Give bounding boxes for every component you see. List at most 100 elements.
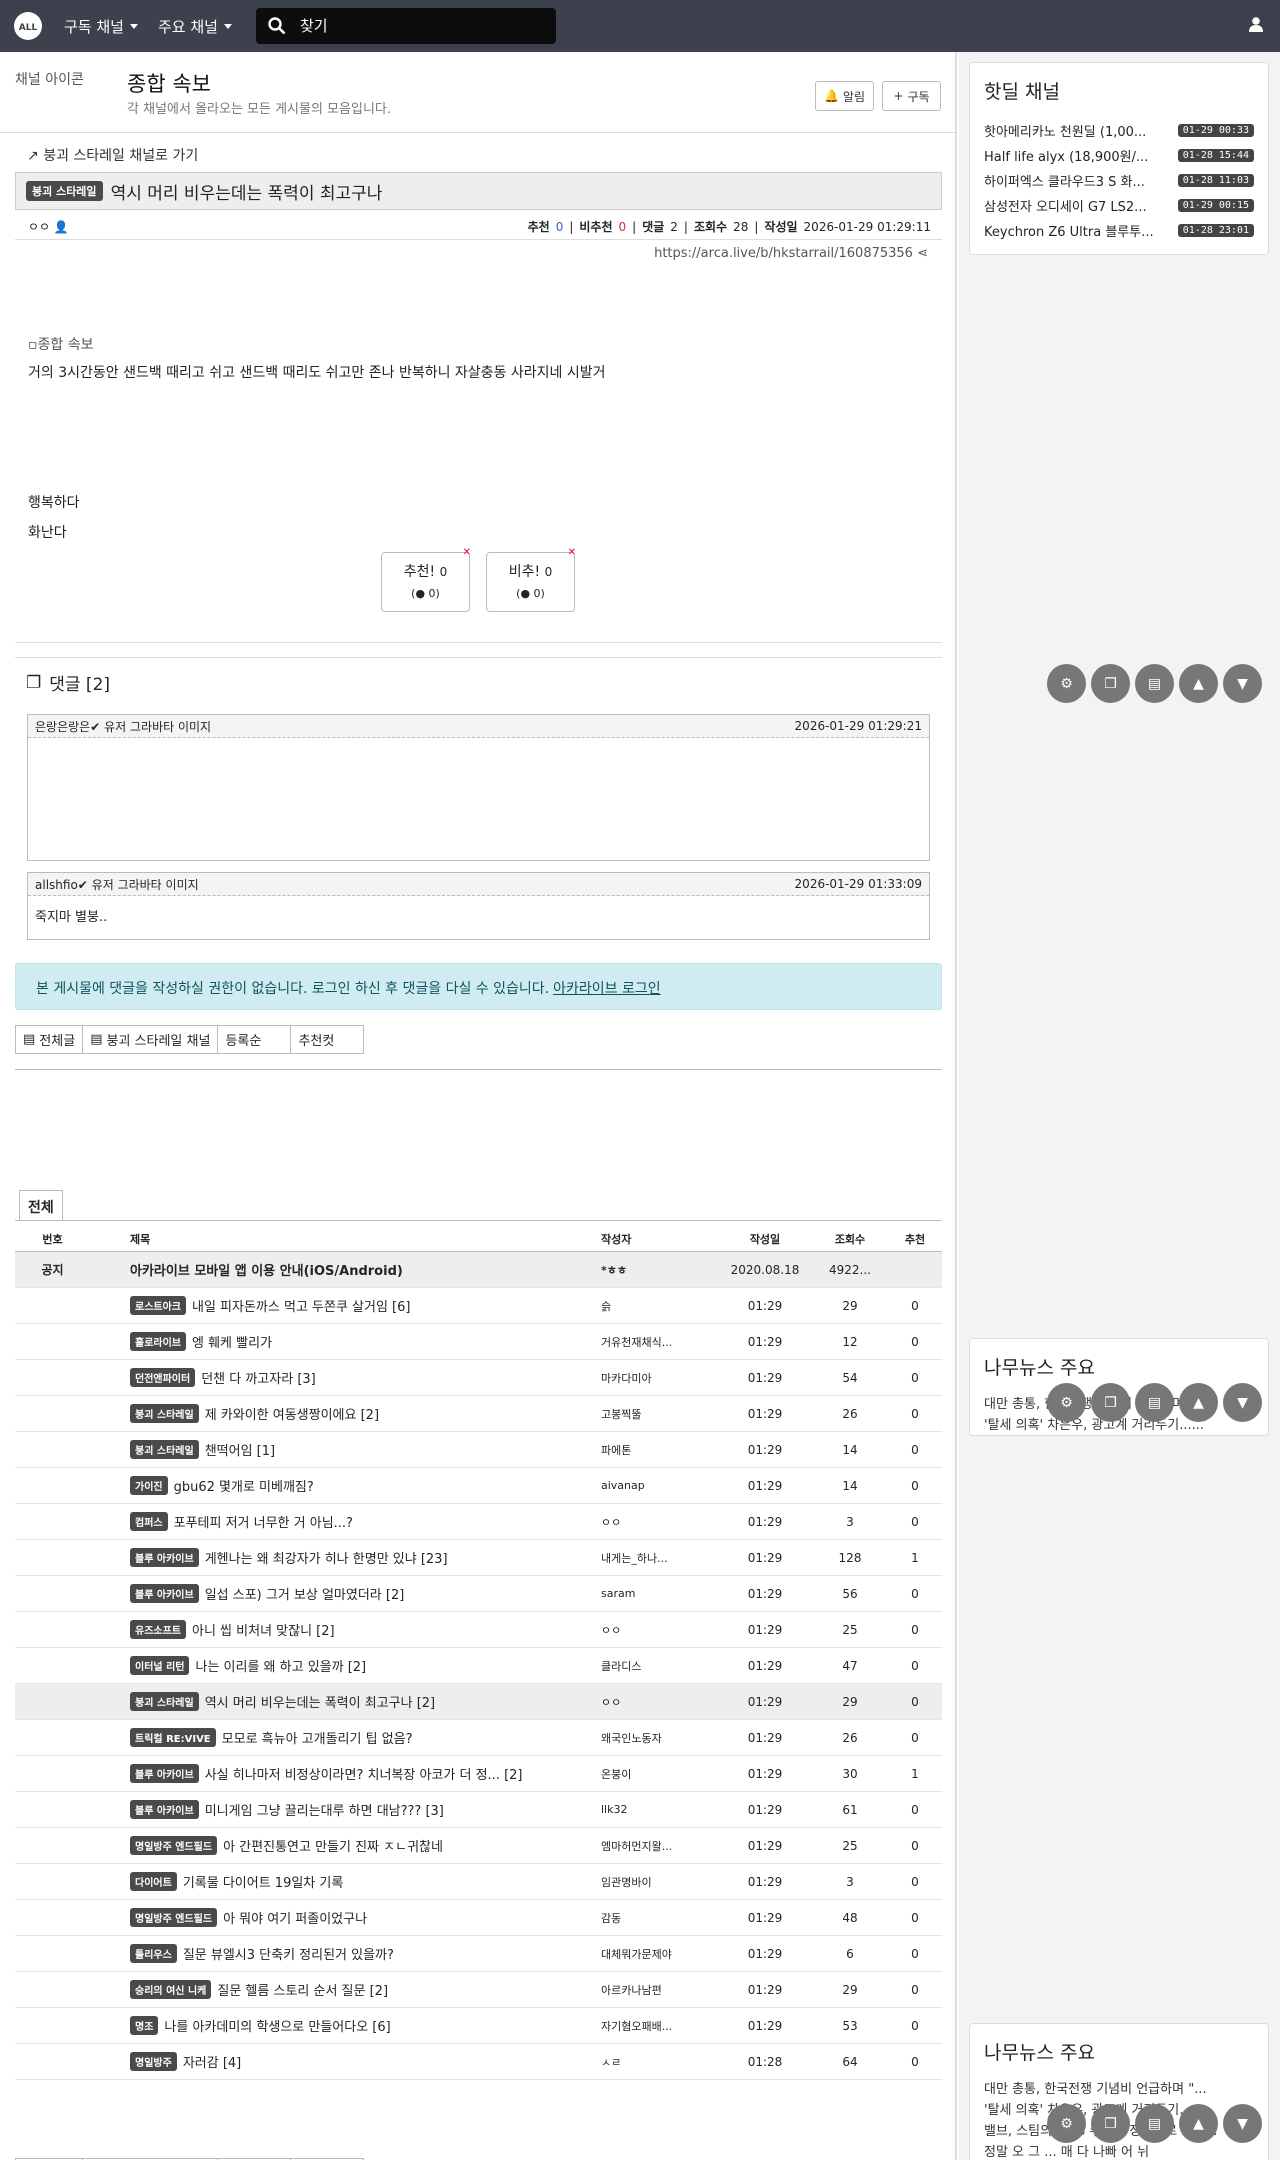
- table-row[interactable]: 명일방주 자러감 [4] ㅅㄹ 01:28 64 0: [15, 2044, 942, 2080]
- row-category-badge[interactable]: 블루 아카이브: [130, 1800, 199, 1819]
- row-category-badge[interactable]: 승리의 여신 니케: [130, 1980, 212, 1999]
- filter-all-posts[interactable]: ▤전체글: [15, 1025, 84, 1054]
- site-logo[interactable]: ALL: [14, 12, 42, 40]
- row-category-badge[interactable]: 로스트아크: [130, 1296, 186, 1315]
- filter-channel[interactable]: ▤붕괴 스타레일 채널: [82, 1025, 219, 1054]
- table-row[interactable]: 블루 아카이브 일섭 스포) 그거 보상 얼마였더라 [2] saram 01:29 5…: [15, 1576, 942, 1612]
- post-category-badge[interactable]: 붕괴 스타레일: [26, 181, 103, 201]
- table-row[interactable]: 유즈소프트 아니 씹 비처녀 맞잖니 [2] ㅇㅇ 01:29 25 0: [15, 1612, 942, 1648]
- row-author[interactable]: 임관명바이: [601, 1874, 721, 1890]
- row-title[interactable]: 블루 아카이브 게헨나는 왜 최강자가 히나 한명만 있냐 [23]: [130, 1548, 592, 1567]
- search-icon[interactable]: [268, 17, 286, 35]
- row-author[interactable]: 내게는_하나...: [601, 1550, 721, 1566]
- chevron-down-icon[interactable]: ▼: [1223, 2104, 1262, 2143]
- list-icon[interactable]: ▤: [1135, 664, 1174, 703]
- table-row[interactable]: 명일방주 엔드필드 아 간편진통연고 만들기 진짜 ㅈㄴ귀찮네 엠마허먼지왈... 0…: [15, 1828, 942, 1864]
- table-row[interactable]: 로스트아크 내일 피자돈까스 먹고 두쫀쿠 살거임 [6] 슭 01:29 29 0: [15, 1288, 942, 1324]
- row-title[interactable]: 명일방주 자러감 [4]: [130, 2052, 592, 2071]
- row-title[interactable]: 붕괴 스타레일 역시 머리 비우는데는 폭력이 최고구나 [2]: [130, 1692, 592, 1711]
- row-category-badge[interactable]: 이터널 리턴: [130, 1656, 190, 1675]
- comment-author[interactable]: allshfio✔ 유저 그라바타 이미지: [35, 876, 199, 893]
- row-title[interactable]: 명일방주 엔드필드 아 간편진통연고 만들기 진짜 ㅈㄴ귀찮네: [130, 1836, 592, 1855]
- table-row[interactable]: 가이진 gbu62 몇개로 미베깨짐? aivanap 01:29 14 0: [15, 1468, 942, 1504]
- row-author[interactable]: 엠마허먼지왈...: [601, 1838, 721, 1854]
- tab-all[interactable]: 전체: [19, 1190, 63, 1221]
- row-author[interactable]: 대체뭐가문제야: [601, 1946, 721, 1962]
- table-row[interactable]: 틀리우스 질문 뷰엘시3 단축키 정리된거 있을까? 대체뭐가문제야 01:29 6 0: [15, 1936, 942, 1972]
- row-author[interactable]: ㅇㅇ: [601, 1622, 721, 1638]
- row-title[interactable]: 블루 아카이브 미니게임 그냥 끌리는대루 하면 대남??? [3]: [130, 1800, 592, 1819]
- news-item[interactable]: 대만 총통, 한국전쟁 기념비 언급하며 "...: [984, 2079, 1254, 2100]
- subscribe-button[interactable]: + 구독: [882, 81, 941, 111]
- chevron-up-icon[interactable]: ▲: [1179, 1383, 1218, 1422]
- row-title[interactable]: 명일방주 엔드필드 아 뭐야 여기 퍼졸이었구나: [130, 1908, 592, 1927]
- hotdeal-item[interactable]: Keychron Z6 Ultra 블루투... 01-28 23:01: [984, 218, 1254, 243]
- table-row[interactable]: 명조 나를 아카데미의 학생으로 만들어다오 [6] 자기혐오패배... 01:29 5…: [15, 2008, 942, 2044]
- row-title[interactable]: 아카라이브 모바일 앱 이용 안내(iOS/Android): [130, 1260, 592, 1279]
- row-category-badge[interactable]: 틀리우스: [130, 1944, 177, 1963]
- back-to-channel-link[interactable]: ↗ 붕괴 스타레일 채널로 가기: [27, 145, 198, 165]
- row-author[interactable]: 아르카나남편: [601, 1982, 721, 1998]
- row-title[interactable]: 트릭컬 RE:VIVE 모모로 흑뉴아 고개돌리기 팁 없음?: [130, 1728, 592, 1747]
- chevron-down-icon[interactable]: ▼: [1223, 1383, 1262, 1422]
- sort-registration[interactable]: 등록순: [217, 1025, 292, 1054]
- copy-icon[interactable]: ❐: [1091, 2104, 1130, 2143]
- row-category-badge[interactable]: 블루 아카이브: [130, 1548, 199, 1567]
- row-author[interactable]: 온붕이: [601, 1766, 721, 1782]
- list-icon[interactable]: ▤: [1135, 2104, 1174, 2143]
- row-title[interactable]: 붕괴 스타레일 제 카와이한 여동생짱이에요 [2]: [130, 1404, 592, 1423]
- row-category-badge[interactable]: 가이진: [130, 1476, 168, 1495]
- login-link[interactable]: 아카라이브 로그인: [553, 981, 661, 997]
- row-category-badge[interactable]: 트릭컬 RE:VIVE: [130, 1728, 216, 1747]
- major-channels-menu[interactable]: 주요 채널: [158, 16, 232, 37]
- row-author[interactable]: 자기혐오패배...: [601, 2018, 721, 2034]
- table-row[interactable]: 트릭컬 RE:VIVE 모모로 흑뉴아 고개돌리기 팁 없음? 왜국인노동자 01:2…: [15, 1720, 942, 1756]
- row-category-badge[interactable]: 유즈소프트: [130, 1620, 186, 1639]
- post-author[interactable]: ㅇㅇ 👤: [28, 218, 69, 235]
- copy-icon[interactable]: ❐: [1091, 1383, 1130, 1422]
- table-row[interactable]: 블루 아카이브 미니게임 그냥 끌리는대루 하면 대남??? [3] llk32 01…: [15, 1792, 942, 1828]
- row-author[interactable]: 왜국인노동자: [601, 1730, 721, 1746]
- table-row[interactable]: 블루 아카이브 사실 히나마저 비정상이라면? 치너복장 아코가 더 정... […: [15, 1756, 942, 1792]
- row-author[interactable]: 마카다미아: [601, 1370, 721, 1386]
- hotdeal-item[interactable]: 삼성전자 오디세이 G7 LS2... 01-29 00:15: [984, 193, 1254, 218]
- namunews-title[interactable]: 나무뉴스 주요: [984, 2038, 1254, 2065]
- namunews-title[interactable]: 나무뉴스 주요: [984, 1353, 1254, 1380]
- vote-down-button[interactable]: ✕ 비추! 0 (● 0): [486, 547, 576, 612]
- gear-icon[interactable]: ⚙: [1047, 1383, 1086, 1422]
- row-title[interactable]: 이터널 리턴 나는 이리를 왜 하고 있을까 [2]: [130, 1656, 592, 1675]
- share-icon[interactable]: ⋖: [917, 246, 928, 261]
- table-row[interactable]: 붕괴 스타레일 챈떡어임 [1] 파에톤 01:29 14 0: [15, 1432, 942, 1468]
- row-author[interactable]: 클라디스: [601, 1658, 721, 1674]
- row-author[interactable]: 감동: [601, 1910, 721, 1926]
- table-row[interactable]: 승리의 여신 니케 질문 헬름 스토리 순서 질문 [2] 아르카나남편 01:29 2…: [15, 1972, 942, 2008]
- row-author[interactable]: aivanap: [601, 1479, 721, 1492]
- copy-icon[interactable]: ❐: [1091, 664, 1130, 703]
- comment-author[interactable]: 은랑은랑은✔ 유저 그라바타 이미지: [35, 718, 211, 735]
- table-row[interactable]: 이터널 리턴 나는 이리를 왜 하고 있을까 [2] 클라디스 01:29 47 0: [15, 1648, 942, 1684]
- channel-title[interactable]: 종합 속보: [127, 68, 211, 98]
- user-icon[interactable]: [1248, 16, 1264, 32]
- vote-up-button[interactable]: ✕ 추천! 0 (● 0): [381, 547, 471, 612]
- row-author[interactable]: saram: [601, 1587, 721, 1600]
- row-title[interactable]: 블루 아카이브 일섭 스포) 그거 보상 얼마였더라 [2]: [130, 1584, 592, 1603]
- row-title[interactable]: 유즈소프트 아니 씹 비처녀 맞잖니 [2]: [130, 1620, 592, 1639]
- row-category-badge[interactable]: 던전앤파이터: [130, 1368, 196, 1387]
- hotdeal-item[interactable]: Half life alyx (18,900원/... 01-28 15:44: [984, 143, 1254, 168]
- row-title[interactable]: 홀로라이브 엥 훼케 빨리가: [130, 1332, 592, 1351]
- list-icon[interactable]: ▤: [1135, 1383, 1174, 1422]
- post-url[interactable]: https://arca.live/b/hkstarrail/160875356…: [654, 246, 928, 261]
- row-title[interactable]: 컴퍼스 포푸테피 저거 너무한 거 아님...?: [130, 1512, 592, 1531]
- table-row[interactable]: 컴퍼스 포푸테피 저거 너무한 거 아님...? ㅇㅇ 01:29 3 0: [15, 1504, 942, 1540]
- table-row[interactable]: 홀로라이브 엥 훼케 빨리가 거유천재채식... 01:29 12 0: [15, 1324, 942, 1360]
- table-row[interactable]: 붕괴 스타레일 역시 머리 비우는데는 폭력이 최고구나 [2] ㅇㅇ 01:29 29…: [15, 1684, 942, 1720]
- row-category-badge[interactable]: 블루 아카이브: [130, 1584, 199, 1603]
- row-title[interactable]: 틀리우스 질문 뷰엘시3 단축키 정리된거 있을까?: [130, 1944, 592, 1963]
- row-title[interactable]: 붕괴 스타레일 챈떡어임 [1]: [130, 1440, 592, 1459]
- table-row[interactable]: 명일방주 엔드필드 아 뭐야 여기 퍼졸이었구나 감동 01:29 48 0: [15, 1900, 942, 1936]
- row-author[interactable]: llk32: [601, 1803, 721, 1816]
- chevron-up-icon[interactable]: ▲: [1179, 664, 1218, 703]
- hotdeal-item[interactable]: 하이퍼엑스 클라우드3 S 화... 01-28 11:03: [984, 168, 1254, 193]
- row-category-badge[interactable]: 명일방주 엔드필드: [130, 1836, 218, 1855]
- gear-icon[interactable]: ⚙: [1047, 664, 1086, 703]
